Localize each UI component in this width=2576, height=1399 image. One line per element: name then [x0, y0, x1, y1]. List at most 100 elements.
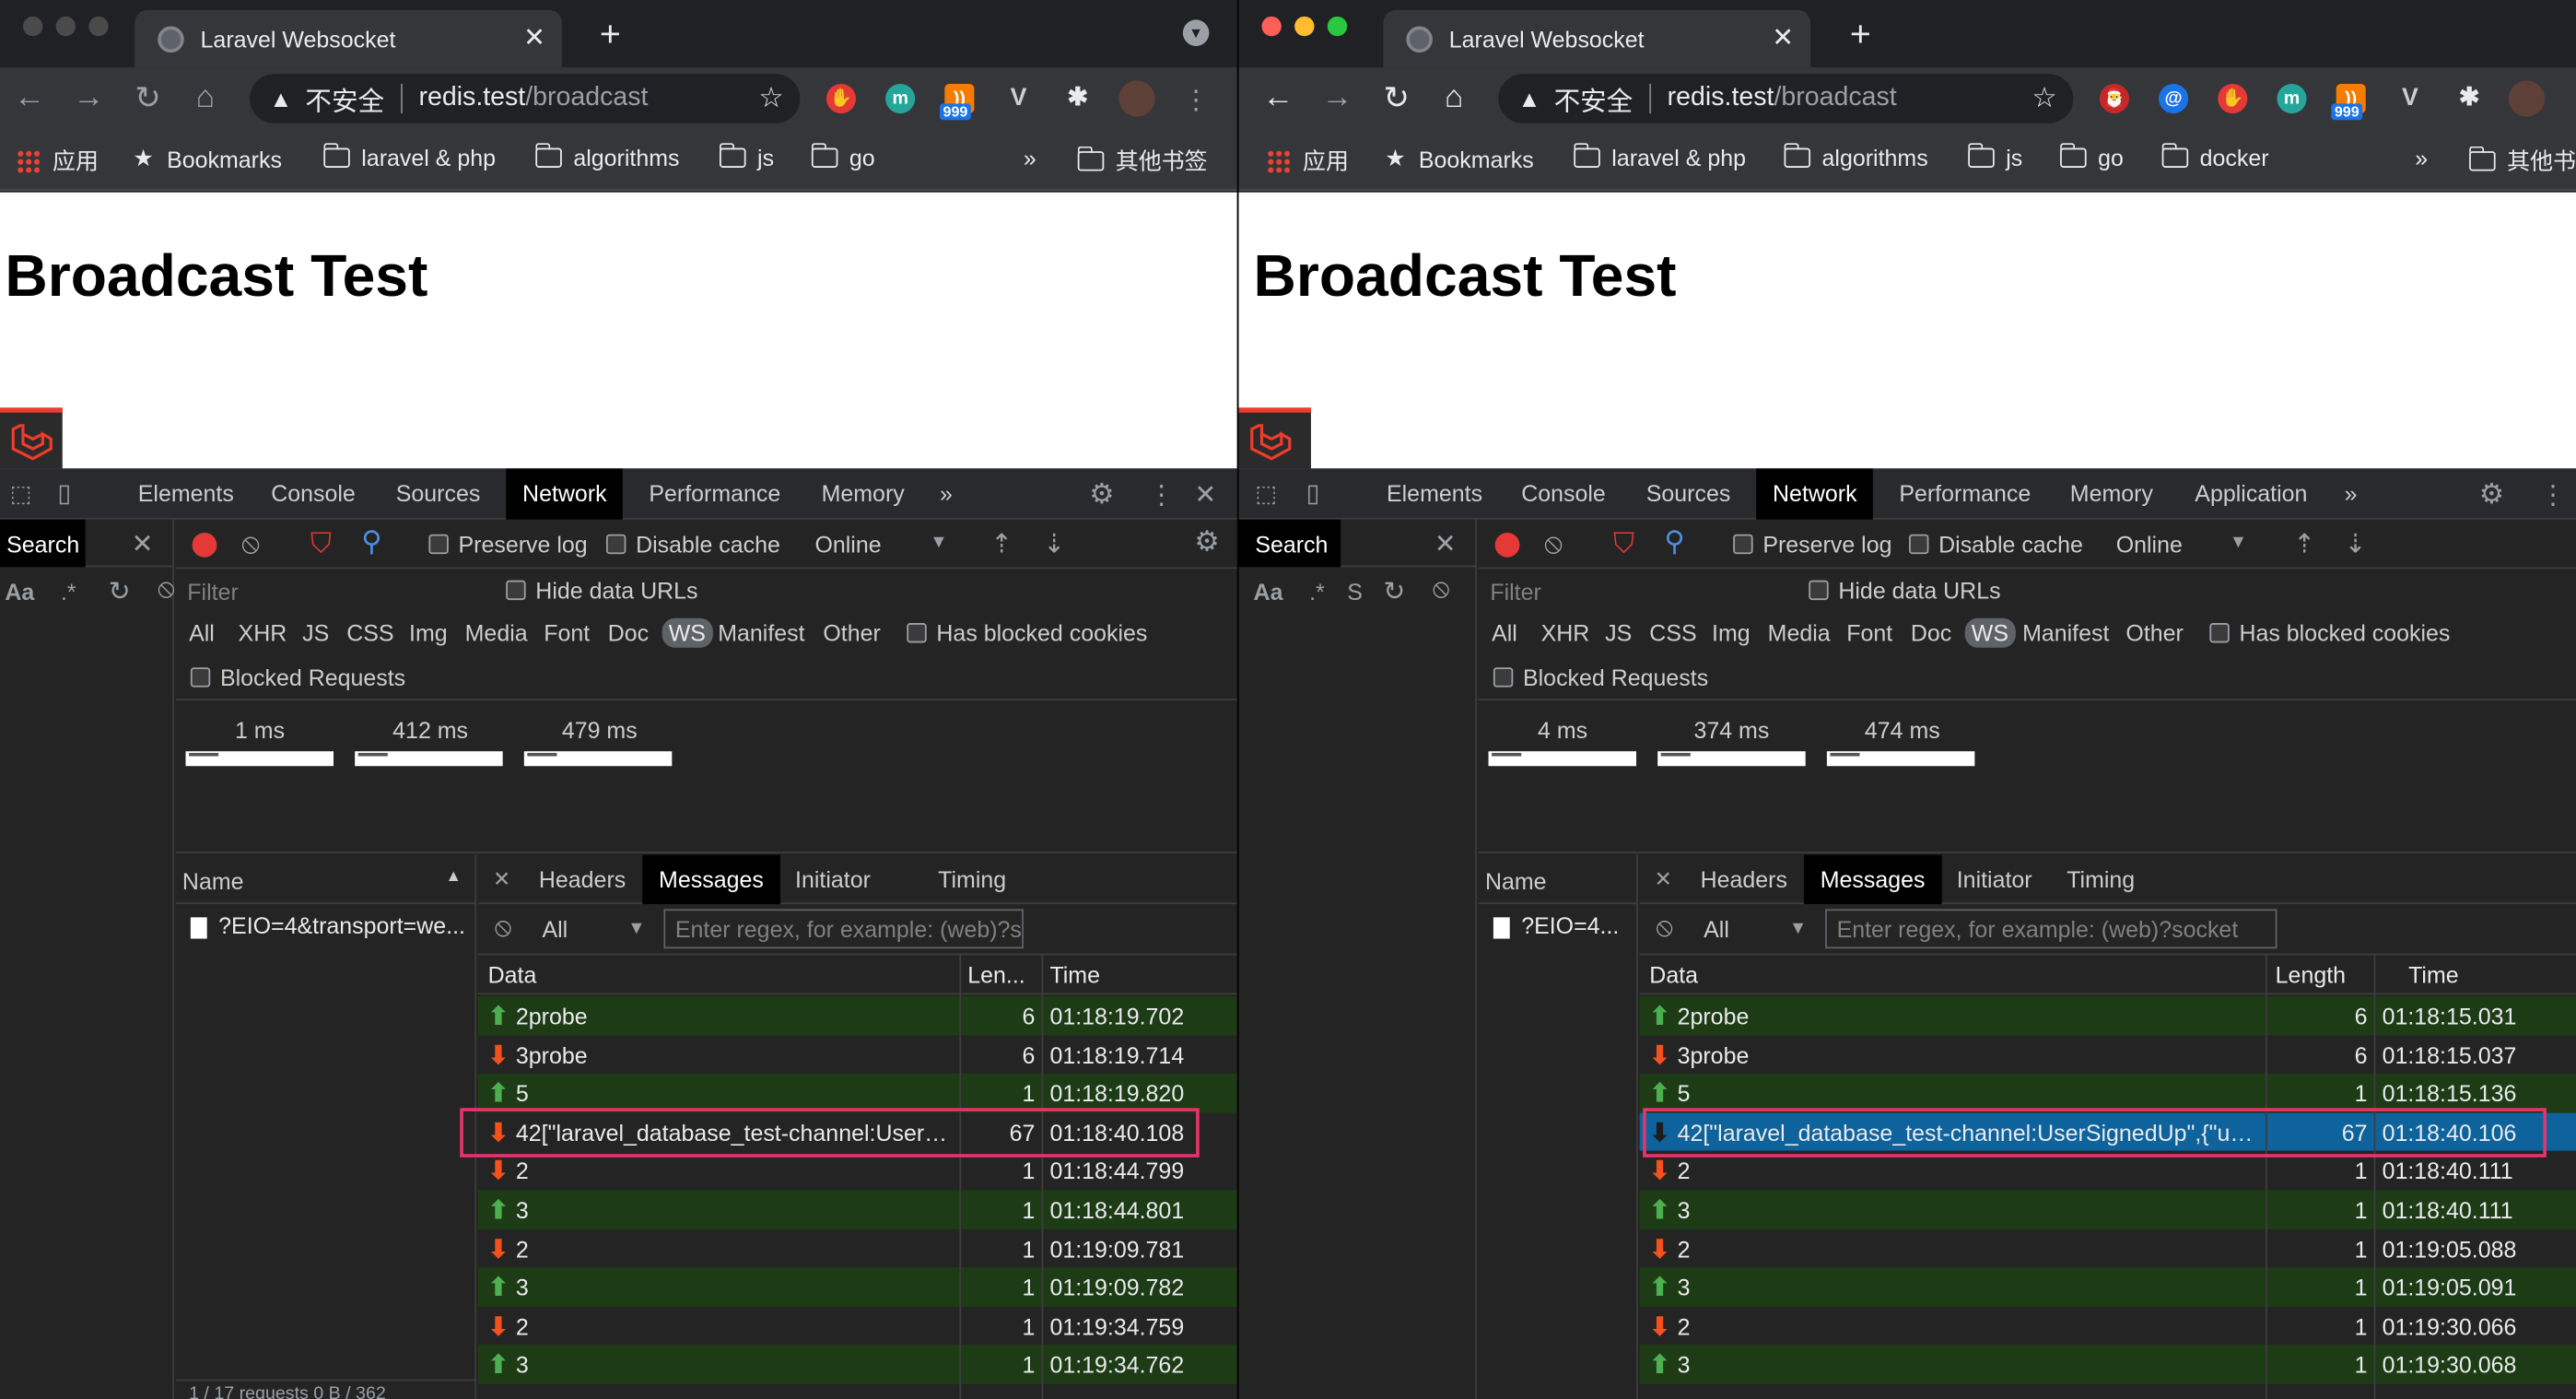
browser-tab[interactable]: Laravel Websocket ✕	[135, 9, 562, 68]
address-bar[interactable]: ▲ 不安全 redis.test/broadcast ☆	[250, 74, 801, 123]
tab-network[interactable]: Network	[506, 468, 624, 520]
minimize-window-button[interactable]	[1294, 16, 1315, 37]
close-icon[interactable]: ✕	[1655, 866, 1672, 893]
tab-console[interactable]: Console	[271, 480, 356, 507]
bookmark-other[interactable]: 其他书签	[1077, 145, 1208, 178]
throttle-select[interactable]: Online	[814, 531, 881, 558]
refresh-icon[interactable]: ↻	[1383, 575, 1405, 608]
device-toolbar-icon[interactable]: ▯	[57, 478, 71, 508]
preserve-log-checkbox[interactable]: Preserve log	[428, 531, 588, 558]
clear-icon[interactable]: ⦸	[1433, 575, 1450, 605]
message-type-select[interactable]: All	[542, 916, 568, 943]
new-tab-button[interactable]: +	[1850, 13, 1871, 55]
message-row[interactable]: ⬇ 2 1 01:19:30.066	[1639, 1306, 2576, 1346]
close-window-button[interactable]	[1261, 16, 1282, 37]
type-manifest[interactable]: Manifest	[2022, 619, 2109, 646]
regex-icon[interactable]: .*	[1309, 579, 1325, 605]
name-column-header[interactable]: Name ▲	[175, 855, 475, 905]
tab-performance[interactable]: Performance	[1899, 480, 2031, 507]
message-row[interactable]: ⬇ 42["laravel_database_test-channel:UserS…	[1639, 1112, 2576, 1152]
new-tab-button[interactable]: +	[600, 13, 621, 55]
tab-headers[interactable]: Headers	[1684, 855, 1804, 905]
message-row[interactable]: ⬆ 2probe 6 01:18:19.702	[477, 995, 1237, 1035]
name-column-header[interactable]: Name	[1478, 855, 1637, 905]
puzzle-icon[interactable]: ✱	[2454, 84, 2484, 113]
disable-cache-checkbox[interactable]: Disable cache	[1909, 531, 2083, 558]
back-button[interactable]: ←	[1260, 80, 1296, 116]
tab-messages[interactable]: Messages	[642, 854, 780, 905]
type-js[interactable]: JS	[302, 619, 329, 646]
clear-icon[interactable]: ⦸	[495, 914, 512, 944]
refresh-icon[interactable]: ↻	[109, 575, 131, 608]
bookmarks-overflow-button[interactable]: »	[1024, 145, 1036, 171]
tab-headers[interactable]: Headers	[522, 855, 642, 905]
vue-extension-icon[interactable]: V	[2395, 84, 2425, 113]
tab-memory[interactable]: Memory	[822, 480, 905, 507]
type-all[interactable]: All	[189, 619, 215, 646]
address-bar[interactable]: ▲ 不安全 redis.test/broadcast ☆	[1498, 74, 2074, 123]
type-css[interactable]: CSS	[1649, 619, 1696, 646]
bookmark-folder-js[interactable]: js	[1968, 143, 2022, 171]
upload-icon[interactable]: ⇡	[990, 528, 1013, 561]
download-icon[interactable]: ⇣	[1043, 528, 1065, 561]
type-xhr[interactable]: XHR	[1541, 619, 1590, 646]
message-row[interactable]: ⬇ 2 1 01:19:09.781	[477, 1229, 1237, 1268]
type-xhr[interactable]: XHR	[239, 619, 287, 646]
message-row[interactable]: ⬇ 2 1 01:18:44.799	[477, 1151, 1237, 1191]
message-row[interactable]: ⬆ 5 1 01:18:19.820	[477, 1074, 1237, 1113]
search-tab[interactable]: Search	[0, 519, 87, 568]
clear-icon[interactable]: ⦸	[1656, 914, 1673, 944]
home-button[interactable]: ⌂	[1435, 80, 1471, 116]
blocked-requests-checkbox[interactable]: Blocked Requests	[1493, 664, 1708, 690]
bookmark-folder-algorithms[interactable]: algorithms	[535, 143, 680, 171]
star-icon[interactable]: ☆	[758, 82, 783, 115]
adblock-extension-icon[interactable]: ✋	[825, 83, 857, 114]
message-row[interactable]: ⬇ 2 1 01:18:40.111	[1639, 1151, 2576, 1191]
tab-initiator[interactable]: Initiator	[1940, 855, 2049, 905]
column-time[interactable]: Time	[2408, 962, 2459, 989]
throttle-select[interactable]: Online	[2116, 531, 2183, 558]
message-row[interactable]: ⬇ 3probe 6 01:18:15.037	[1639, 1035, 2576, 1074]
column-data[interactable]: Data	[1649, 962, 1698, 989]
type-ws[interactable]: WS	[662, 617, 713, 648]
disable-cache-checkbox[interactable]: Disable cache	[605, 531, 780, 558]
search-icon[interactable]: ⚲	[361, 526, 381, 559]
message-row[interactable]: ⬇ 2 1 01:19:34.759	[477, 1306, 1237, 1346]
kebab-menu-icon[interactable]: ⋮	[2540, 478, 2567, 511]
bookmark-other[interactable]: 其他书	[2469, 145, 2576, 178]
close-icon[interactable]: ✕	[1434, 528, 1457, 561]
gear-icon[interactable]: ⚙	[2479, 478, 2504, 511]
tab-performance[interactable]: Performance	[649, 480, 780, 507]
column-data[interactable]: Data	[488, 962, 537, 989]
tab-initiator[interactable]: Initiator	[779, 855, 887, 905]
home-button[interactable]: ⌂	[187, 80, 223, 116]
tab-sources[interactable]: Sources	[396, 480, 481, 507]
type-img[interactable]: Img	[409, 619, 448, 646]
type-all[interactable]: All	[1492, 619, 1517, 646]
santa-extension-icon[interactable]: 🎅	[2099, 83, 2129, 114]
avatar[interactable]	[2508, 80, 2546, 117]
m-extension-icon[interactable]: m	[885, 83, 916, 114]
bookmark-folder-js[interactable]: js	[720, 143, 774, 171]
type-other[interactable]: Other	[2125, 619, 2183, 646]
reload-button[interactable]: ↻	[130, 80, 166, 118]
at-extension-icon[interactable]: @	[2159, 83, 2189, 114]
more-tabs-icon[interactable]: »	[2345, 480, 2358, 507]
more-tabs-icon[interactable]: »	[940, 480, 953, 507]
forward-button[interactable]: →	[1319, 80, 1355, 116]
inspect-icon[interactable]: ⬚	[1255, 480, 1277, 508]
tab-memory[interactable]: Memory	[2070, 480, 2153, 507]
bookmark-folder-algorithms[interactable]: algorithms	[1784, 143, 1928, 171]
match-case-icon[interactable]: Aa	[5, 579, 34, 605]
message-row[interactable]: ⬆ 3 1 01:19:34.762	[477, 1345, 1237, 1384]
type-css[interactable]: CSS	[346, 619, 393, 646]
record-button[interactable]	[1494, 532, 1520, 558]
type-font[interactable]: Font	[544, 619, 590, 646]
clear-icon[interactable]: ⦸	[241, 528, 260, 561]
close-icon[interactable]: ✕	[132, 528, 154, 561]
filter-icon[interactable]: ⛉	[310, 528, 332, 561]
tab-timing[interactable]: Timing	[921, 855, 1023, 905]
type-media[interactable]: Media	[465, 619, 528, 646]
regex-filter-input[interactable]: Enter regex, for example: (web)?socket	[1825, 909, 2277, 949]
message-row[interactable]: ⬆ 3 1 01:19:05.091	[1639, 1267, 2576, 1307]
